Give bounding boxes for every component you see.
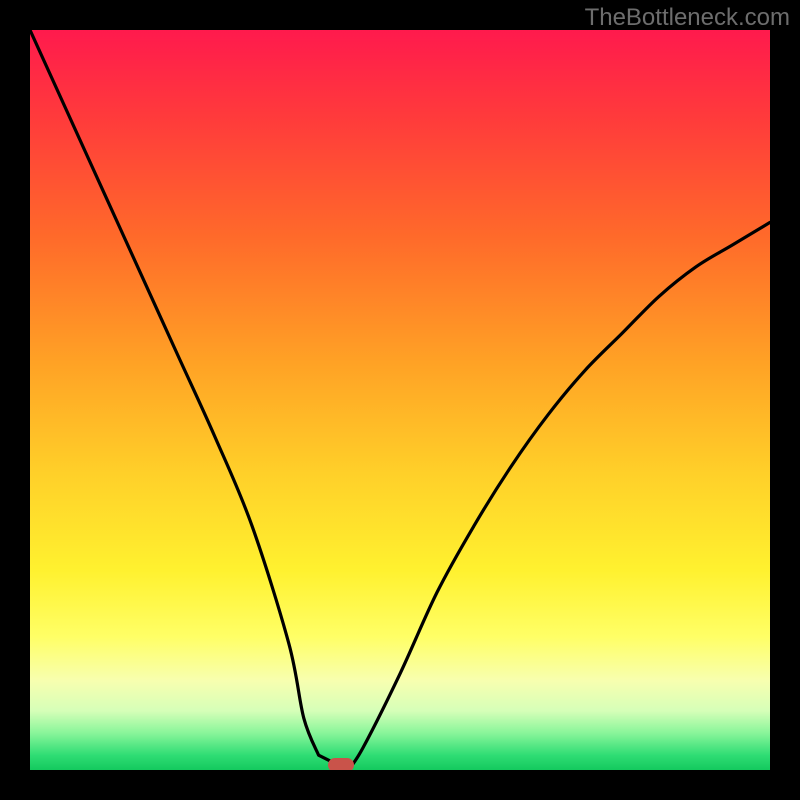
chart-frame: TheBottleneck.com xyxy=(0,0,800,800)
watermark-text: TheBottleneck.com xyxy=(585,4,790,32)
optimal-marker xyxy=(328,758,354,770)
bottleneck-curve xyxy=(30,30,770,770)
plot-area xyxy=(30,30,770,770)
